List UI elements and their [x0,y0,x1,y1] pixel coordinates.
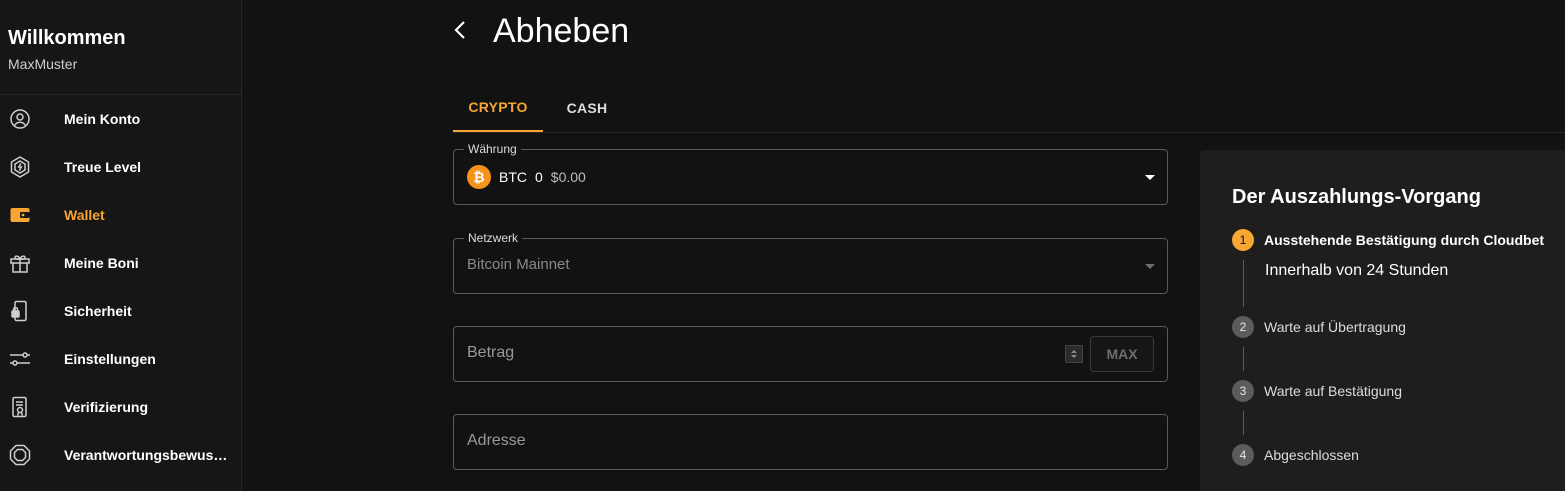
tab-crypto[interactable]: CRYPTO [453,84,543,132]
sidebar-item-wallet[interactable]: Wallet [0,191,241,239]
step-number: 1 [1232,229,1254,251]
octagon-icon [8,443,32,467]
wallet-icon [8,203,32,227]
max-button[interactable]: MAX [1090,336,1154,372]
step-connector [1243,347,1244,371]
amount-field[interactable]: Betrag MAX [453,326,1168,382]
sidebar-item-label: Treue Level [64,159,142,175]
phone-lock-icon [8,299,32,323]
tab-bar: CRYPTO CASH [453,84,1565,133]
sidebar-item-label: Mein Konto [64,111,141,127]
step-subtitle: Innerhalb von 24 Stunden [1265,262,1449,279]
sidebar-item-label: Sicherheit [64,303,132,319]
main-content: Abheben CRYPTO CASH Währung ₿ BTC 0 $0.0… [242,0,1565,491]
step-label: Warte auf Bestätigung [1264,383,1403,399]
step-number: 4 [1232,444,1254,466]
sliders-icon [8,347,32,371]
step-connector [1243,411,1244,435]
chevron-left-icon [452,18,468,47]
network-select[interactable]: Netzwerk Bitcoin Mainnet [453,231,1168,294]
sidebar-item-sicherheit[interactable]: Sicherheit [0,287,241,335]
amount-placeholder: Betrag [467,344,515,361]
document-check-icon [8,395,32,419]
process-step-2: 2 Warte auf Übertragung [1232,316,1406,338]
welcome-panel: Willkommen MaxMuster [0,0,241,95]
address-placeholder: Adresse [467,432,526,449]
sidebar-item-label: Meine Boni [64,255,139,271]
address-field[interactable]: Adresse [453,414,1168,470]
withdrawal-process-card: Der Auszahlungs-Vorgang 1 Ausstehende Be… [1200,150,1565,491]
currency-code: BTC [499,169,527,185]
network-value: Bitcoin Mainnet [467,256,570,273]
currency-select[interactable]: Währung ₿ BTC 0 $0.00 [453,142,1168,205]
network-label: Netzwerk [464,231,523,245]
user-circle-icon [8,107,32,131]
dropdown-caret-icon [1145,175,1155,180]
process-step-4: 4 Abgeschlossen [1232,444,1359,466]
gift-icon [8,251,32,275]
page-title: Abheben [493,12,630,50]
step-number: 3 [1232,380,1254,402]
step-label: Abgeschlossen [1264,447,1359,463]
step-number: 2 [1232,316,1254,338]
currency-usd-value: $0.00 [550,169,586,185]
bitcoin-icon: ₿ [467,165,491,189]
sidebar-item-label: Verifizierung [64,399,149,415]
sidebar-item-label: Verantwortungsbewuss… [64,447,229,463]
welcome-title: Willkommen [8,27,126,49]
sidebar-item-mein-konto[interactable]: Mein Konto [0,95,241,143]
step-label: Ausstehende Bestätigung durch Cloudbet [1264,232,1545,248]
tab-cash[interactable]: CASH [543,84,631,132]
sidebar-item-einstellungen[interactable]: Einstellungen [0,335,241,383]
currency-value: ₿ BTC 0 $0.00 [467,165,586,189]
sidebar-item-treue-level[interactable]: Treue Level [0,143,241,191]
sidebar-item-verifizierung[interactable]: Verifizierung [0,383,241,431]
sidebar-item-label: Wallet [64,207,105,223]
process-step-3: 3 Warte auf Bestätigung [1232,380,1402,402]
sidebar: Willkommen MaxMuster Mein Konto Treue Le… [0,0,242,491]
badge-hexagon-icon [8,155,32,179]
process-title: Der Auszahlungs-Vorgang [1232,186,1481,208]
number-stepper-icon[interactable] [1065,345,1083,363]
sidebar-item-verantwortungsbewusst[interactable]: Verantwortungsbewuss… [0,431,241,479]
back-button[interactable] [448,18,472,46]
process-step-1: 1 Ausstehende Bestätigung durch Cloudbet [1232,229,1544,251]
step-connector [1243,260,1244,307]
dropdown-caret-icon [1145,264,1155,269]
currency-label: Währung [464,142,521,156]
username: MaxMuster [8,56,78,72]
sidebar-item-meine-boni[interactable]: Meine Boni [0,239,241,287]
currency-balance: 0 [535,169,543,185]
step-label: Warte auf Übertragung [1264,319,1406,335]
sidebar-item-label: Einstellungen [64,351,156,367]
